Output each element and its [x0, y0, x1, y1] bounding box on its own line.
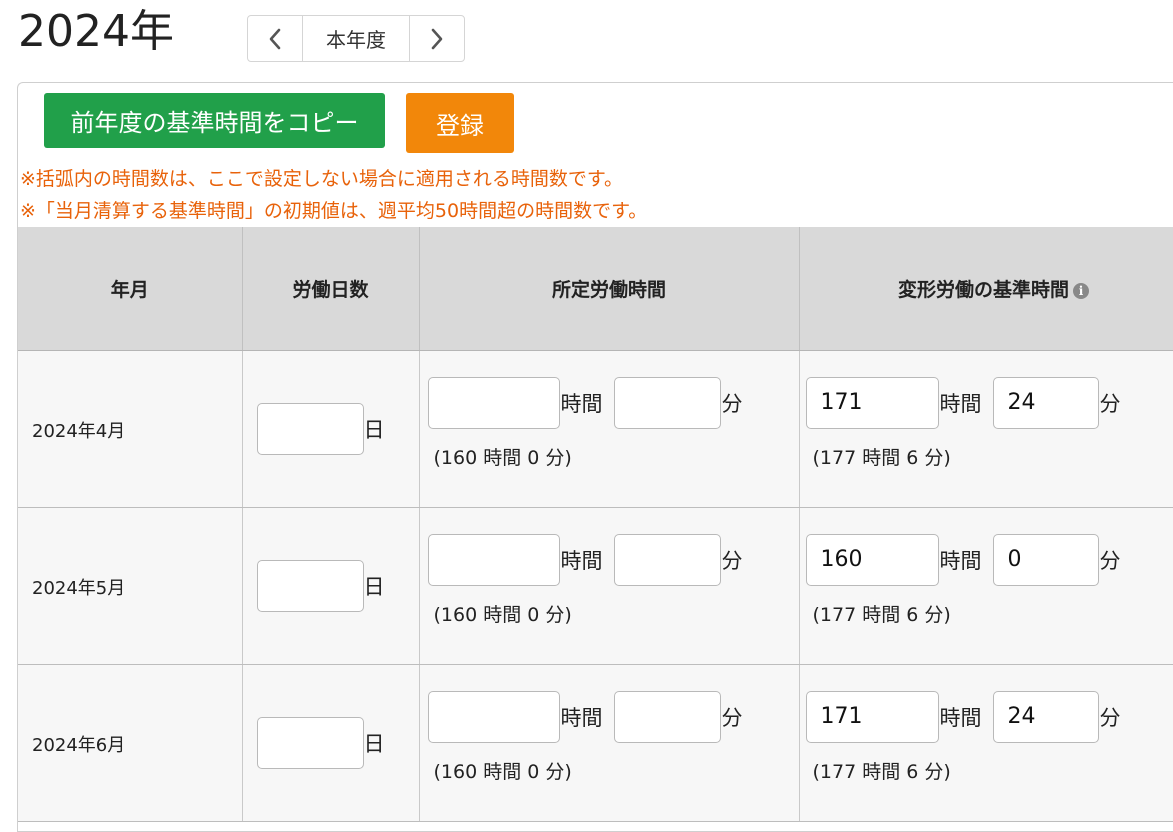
variable-hours-input[interactable]: 171 — [805, 376, 939, 429]
variable-minutes-input[interactable]: 0 — [992, 533, 1099, 586]
cell-variable: 171 時間 24 分 (177 時間 6 分) — [799, 664, 1173, 822]
day-unit: 日 — [363, 574, 385, 599]
cell-scheduled: 時間 分 (160 時間 0 分) — [419, 350, 800, 508]
register-button[interactable]: 登録 — [406, 93, 514, 153]
hour-unit: 時間 — [560, 548, 603, 573]
cell-days: 日 — [242, 664, 420, 822]
hours-table: 年月 労働日数 所定労働時間 変形労働の基準時間i 2024年4月 日 時間 — [18, 227, 1173, 822]
variable-default: (177 時間 6 分) — [812, 603, 951, 626]
page-title: 2024年 — [18, 6, 174, 57]
work-days-input[interactable] — [256, 559, 364, 612]
variable-hours-input[interactable]: 160 — [805, 533, 939, 586]
variable-default: (177 時間 6 分) — [812, 760, 951, 783]
header-work-days-label: 労働日数 — [292, 278, 369, 301]
cell-month: 2024年6月 — [18, 664, 243, 822]
scheduled-default: (160 時間 0 分) — [433, 603, 572, 626]
hour-unit: 時間 — [560, 391, 603, 416]
table-header-row: 年月 労働日数 所定労働時間 変形労働の基準時間 i — [18, 227, 1173, 351]
cell-days: 日 — [242, 507, 420, 665]
scheduled-default: (160 時間 0 分) — [433, 446, 572, 469]
header-variable-hours-label: 変形労働の基準時間 — [897, 278, 1069, 301]
year-navigation: 本年度 — [247, 15, 465, 62]
minute-unit: 分 — [721, 391, 743, 416]
current-year-button[interactable]: 本年度 — [302, 16, 410, 61]
header-scheduled-hours: 所定労働時間 — [419, 227, 800, 351]
hour-unit: 時間 — [939, 705, 982, 730]
note-default-hours: ※括弧内の時間数は、ここで設定しない場合に適用される時間数です。 — [20, 168, 624, 190]
hour-unit: 時間 — [939, 391, 982, 416]
day-unit: 日 — [363, 731, 385, 756]
variable-hours-input[interactable]: 171 — [805, 690, 939, 743]
settings-panel: 前年度の基準時間をコピー 登録 ※括弧内の時間数は、ここで設定しない場合に適用さ… — [17, 82, 1173, 832]
prev-year-button[interactable] — [248, 16, 302, 61]
header-scheduled-hours-label: 所定労働時間 — [551, 278, 666, 301]
cell-month: 2024年5月 — [18, 507, 243, 665]
chevron-right-icon — [431, 28, 443, 49]
hour-unit: 時間 — [560, 705, 603, 730]
cell-scheduled: 時間 分 (160 時間 0 分) — [419, 507, 800, 665]
minute-unit: 分 — [1099, 705, 1121, 730]
cell-variable: 160 時間 0 分 (177 時間 6 分) — [799, 507, 1173, 665]
day-unit: 日 — [363, 417, 385, 442]
scheduled-hours-input[interactable] — [427, 376, 560, 429]
scheduled-minutes-input[interactable] — [613, 533, 721, 586]
scheduled-hours-input[interactable] — [427, 533, 560, 586]
month-label: 2024年6月 — [32, 734, 126, 756]
table-row: 2024年6月 日 時間 分 (160 時間 0 分) 171 時間 24 分 … — [18, 664, 1173, 822]
minute-unit: 分 — [721, 705, 743, 730]
table-row: 2024年4月 日 時間 分 (160 時間 0 分) 171 時間 24 分 … — [18, 350, 1173, 508]
next-year-button[interactable] — [410, 16, 464, 61]
month-label: 2024年4月 — [32, 420, 126, 442]
hour-unit: 時間 — [939, 548, 982, 573]
copy-previous-year-button[interactable]: 前年度の基準時間をコピー — [44, 93, 385, 148]
work-days-input[interactable] — [256, 402, 364, 455]
minute-unit: 分 — [721, 548, 743, 573]
cell-variable: 171 時間 24 分 (177 時間 6 分) — [799, 350, 1173, 508]
header-work-days: 労働日数 — [242, 227, 420, 351]
header-month-label: 年月 — [110, 278, 149, 301]
cell-scheduled: 時間 分 (160 時間 0 分) — [419, 664, 800, 822]
header-variable-hours: 変形労働の基準時間 i — [799, 227, 1173, 351]
variable-minutes-input[interactable]: 24 — [992, 376, 1099, 429]
month-label: 2024年5月 — [32, 577, 126, 599]
scheduled-hours-input[interactable] — [427, 690, 560, 743]
cell-month: 2024年4月 — [18, 350, 243, 508]
scheduled-default: (160 時間 0 分) — [433, 760, 572, 783]
variable-default: (177 時間 6 分) — [812, 446, 951, 469]
table-row: 2024年5月 日 時間 分 (160 時間 0 分) 160 時間 0 分 (… — [18, 507, 1173, 665]
info-icon[interactable]: i — [1073, 282, 1089, 299]
cell-days: 日 — [242, 350, 420, 508]
minute-unit: 分 — [1099, 391, 1121, 416]
scheduled-minutes-input[interactable] — [613, 376, 721, 429]
note-initial-value: ※「当月清算する基準時間」の初期値は、週平均50時間超の時間数です。 — [20, 200, 648, 222]
minute-unit: 分 — [1099, 548, 1121, 573]
chevron-left-icon — [269, 28, 281, 49]
header-month: 年月 — [18, 227, 243, 351]
work-days-input[interactable] — [256, 716, 364, 769]
variable-minutes-input[interactable]: 24 — [992, 690, 1099, 743]
scheduled-minutes-input[interactable] — [613, 690, 721, 743]
